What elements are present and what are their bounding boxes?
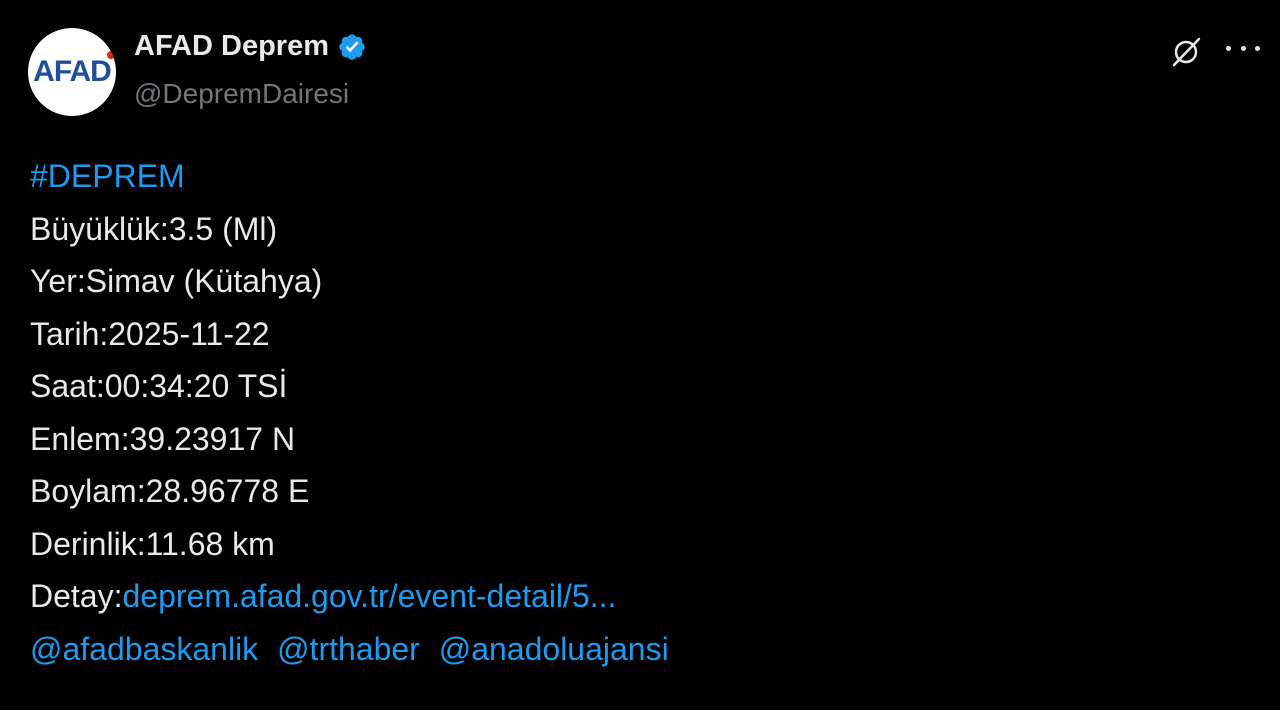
time-line: Saat:00:34:20 TSİ [30, 368, 288, 404]
mentions-line: @afadbaskanlik @trthaber @anadoluajansi [30, 623, 679, 676]
detail-line: Detay:deprem.afad.gov.tr/event-detail/5.… [30, 570, 679, 623]
detail-link[interactable]: deprem.afad.gov.tr/event-detail/5... [122, 578, 616, 614]
longitude-line: Boylam:28.96778 E [30, 473, 310, 509]
mention-afadbaskanlik[interactable]: @afadbaskanlik [30, 631, 258, 667]
verified-badge-icon [339, 33, 365, 60]
hashtag-link[interactable]: #DEPREM [30, 158, 185, 194]
location-line: Yer:Simav (Kütahya) [30, 263, 323, 299]
tweet-text: #DEPREM Büyüklük:3.5 (Ml) Yer:Simav (Küt… [30, 150, 679, 675]
afad-logo-dot [106, 51, 115, 59]
grok-icon[interactable] [1168, 34, 1204, 70]
afad-logo: AFAD [33, 51, 115, 87]
author-name-row[interactable]: AFAD Deprem [134, 30, 367, 63]
mention-trthaber[interactable]: @trthaber [277, 631, 420, 667]
magnitude-line: Büyüklük:3.5 (Ml) [30, 210, 278, 247]
detail-label: Detay: [30, 578, 123, 614]
date-line: Tarih:2025-11-22 [30, 315, 270, 352]
mention-anadoluajansi[interactable]: @anadoluajansi [439, 631, 669, 667]
author-handle[interactable]: @DepremDairesi [134, 78, 349, 110]
latitude-line: Enlem:39.23917 N [30, 420, 296, 457]
display-name[interactable]: AFAD Deprem [134, 30, 329, 63]
more-icon[interactable] [1226, 46, 1260, 56]
tweet: AFAD AFAD Deprem @DepremDairesi #DEPREM … [0, 0, 1280, 710]
avatar[interactable]: AFAD [28, 28, 116, 116]
depth-line: Derinlik:11.68 km [30, 525, 275, 562]
